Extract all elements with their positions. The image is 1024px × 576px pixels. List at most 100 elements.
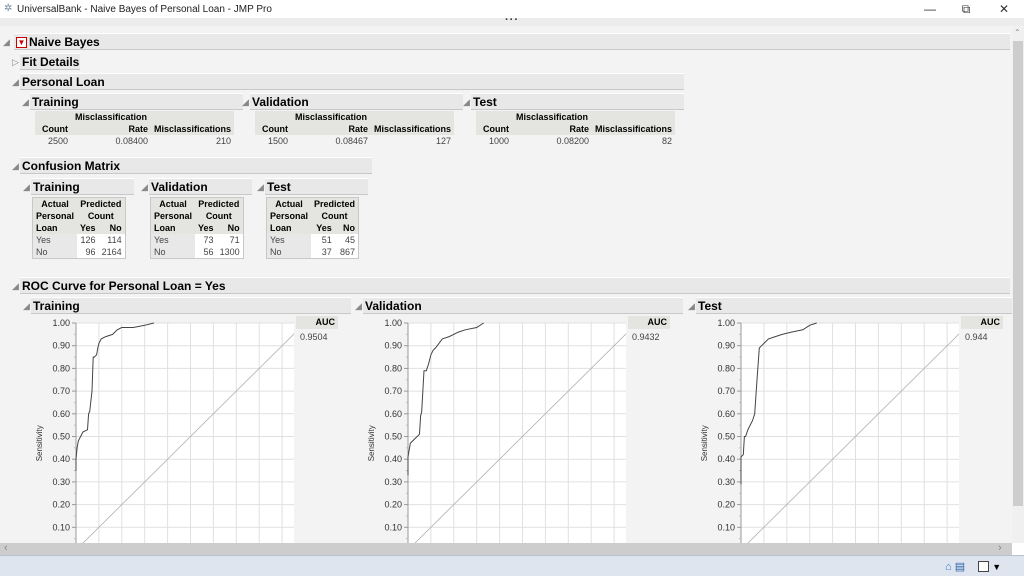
y-tick-label: 1.00 [52,318,70,328]
disclosure-open-icon[interactable]: ◢ [242,97,249,108]
roc-point [754,413,756,415]
disclosure-open-icon[interactable]: ◢ [12,281,19,292]
cm-set-title: Test [267,180,291,194]
roc-point [761,345,762,346]
roc-panel-title: Training [33,299,80,313]
y-tick-label: 0.40 [384,454,402,464]
roc-point [745,436,746,437]
close-icon[interactable]: ✕ [992,1,1016,17]
y-tick-label: 0.30 [52,477,70,487]
roc-point [144,324,145,326]
roc-point [749,424,751,426]
roc-point [423,370,425,371]
disclosure-open-icon[interactable]: ◢ [355,301,362,312]
summary-table: Misclassification Count Rate Misclassificat… [35,111,235,147]
window-list-icon[interactable]: ▤ [955,561,965,573]
outline-personal-loan[interactable]: Personal Loan [20,73,684,90]
toolbar-grip[interactable]: ··· [0,14,1024,26]
outline-cm-test[interactable]: Test [265,178,368,195]
horizontal-scrollbar[interactable]: ‹ › [0,542,1012,555]
vertical-scroll-thumb[interactable] [1013,41,1023,506]
count-value: 1500 [267,136,288,146]
roc-point [87,429,88,430]
outline-roc-test[interactable]: Test [696,297,1012,314]
rate-value: 0.08467 [335,136,368,146]
disclosure-open-icon[interactable]: ◢ [22,97,29,108]
col-misclassifications: Misclassifications [371,123,455,135]
disclosure-closed-icon[interactable]: ▷ [12,57,19,68]
disclosure-open-icon[interactable]: ◢ [688,301,695,312]
status-bar: ⌂ ▤ ▼ [0,555,1024,576]
col-misclassifications: Misclassifications [151,123,235,135]
roc-point [75,470,77,471]
outline-roc-curve[interactable]: ROC Curve for Personal Loan = Yes [20,277,1010,294]
roc-point [740,483,742,485]
outline-cm-validation[interactable]: Validation [149,178,252,195]
roc-point [458,331,459,333]
roc-point [96,354,97,356]
disclosure-open-icon[interactable]: ◢ [141,182,148,193]
disclosure-open-icon[interactable]: ◢ [23,182,30,193]
actual-label: Yes [150,234,196,246]
outline-roc-training[interactable]: Training [31,297,351,314]
scroll-left-icon[interactable]: ‹ [4,542,8,554]
roc-point [448,336,450,337]
y-tick-label: 0.40 [52,454,70,464]
restore-icon[interactable]: ⧉ [954,1,978,17]
outline-confusion-matrix[interactable]: Confusion Matrix [20,157,372,174]
roc-point [432,349,434,351]
auc-header: AUC [296,316,338,329]
auc-value: 0.9504 [300,332,328,342]
roc-point [121,327,123,328]
outline-fit-details[interactable]: Fit Details [20,53,80,70]
vertical-scrollbar[interactable]: ⌃ [1012,26,1024,543]
home-icon[interactable]: ⌂ [945,561,952,573]
auc-value: 0.9432 [632,332,660,342]
disclosure-open-icon[interactable]: ◢ [257,182,264,193]
roc-point [407,474,409,476]
outline-cm-training[interactable]: Training [31,178,134,195]
col-rate-top: Misclassification [71,111,151,123]
col-misclassifications: Misclassifications [592,123,676,135]
predicted-no-count: 71 [229,235,240,245]
outline-summary-test[interactable]: Test [471,93,684,110]
roc-point [781,334,783,335]
outline-summary-training[interactable]: Training [30,93,243,110]
roc-point [94,356,95,358]
table-row: No 56 1300 [150,246,244,259]
disclosure-open-icon[interactable]: ◢ [12,77,19,88]
disclosure-open-icon[interactable]: ◢ [23,301,30,312]
y-tick-label: 1.00 [717,318,735,328]
predicted-yes-count: 96 [85,247,96,257]
disclosure-open-icon[interactable]: ◢ [12,161,19,172]
auc-header: AUC [628,316,670,329]
roc-point [464,329,466,331]
scroll-up-icon[interactable]: ⌃ [1014,28,1021,37]
scroll-right-icon[interactable]: › [998,542,1002,554]
auc-value: 0.944 [965,332,988,342]
disclosure-open-icon[interactable]: ◢ [3,37,10,48]
roc-point [407,456,409,458]
y-axis-label: Sensitivity [367,425,376,461]
roc-point [759,347,760,349]
count-value: 2500 [47,136,68,146]
dropdown-arrow-icon[interactable]: ▼ [992,562,1001,572]
roc-point [763,343,765,344]
minimize-icon[interactable]: — [918,1,942,17]
outline-roc-validation[interactable]: Validation [363,297,683,314]
summary-set-title: Validation [252,95,309,109]
confusion-matrix-table: Actual Predicted Personal Count Loan Yes No Yes… [32,197,126,259]
roc-point [428,363,429,365]
y-tick-label: 0.20 [384,500,402,510]
table-row: 1500 0.08467 127 [255,135,454,147]
predicted-yes-count: 56 [203,247,214,257]
predicted-no-count: 1300 [219,247,240,257]
predicted-yes-count: 73 [203,235,214,245]
outline-naive-bayes[interactable]: ▼ Naive Bayes [14,33,1010,50]
roc-point [112,334,113,335]
disclosure-open-icon[interactable]: ◢ [463,97,470,108]
more-icon[interactable]: ··· [505,14,519,26]
window-select-icon[interactable] [978,561,990,572]
red-triangle-menu-icon[interactable]: ▼ [16,37,27,48]
outline-summary-validation[interactable]: Validation [250,93,463,110]
